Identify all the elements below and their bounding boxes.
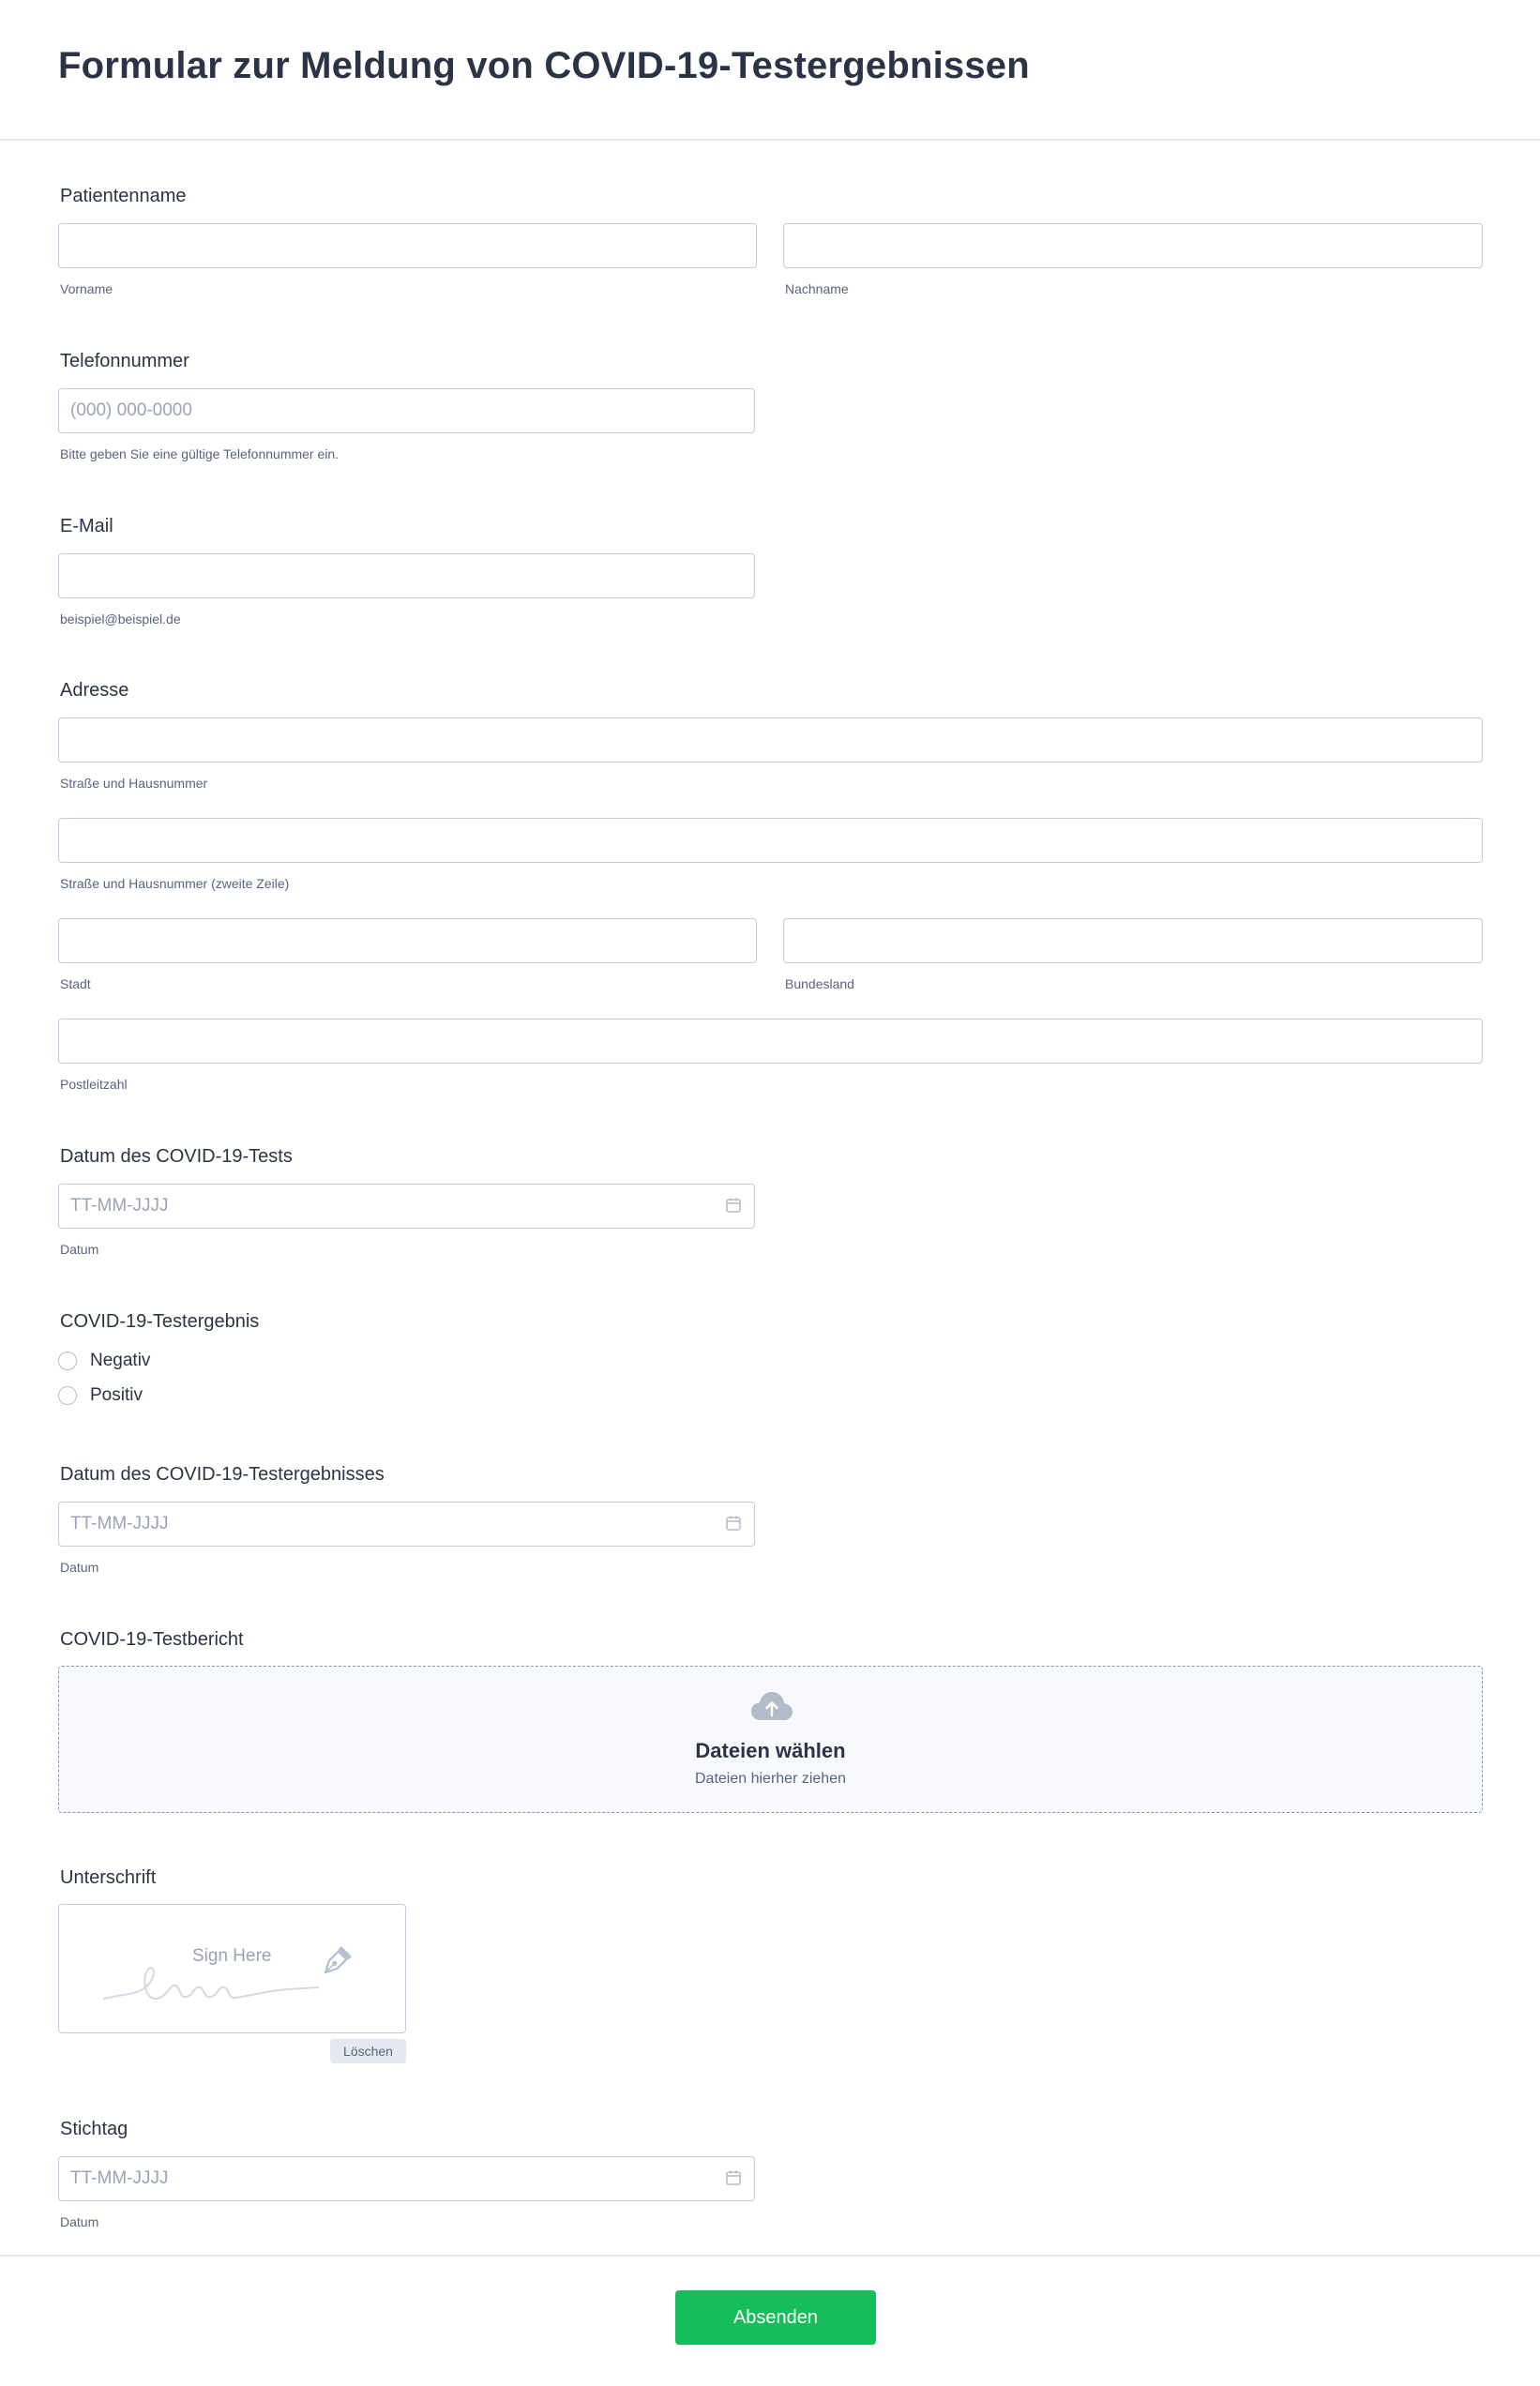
city-input[interactable] <box>58 918 757 963</box>
phone-sublabel: Bitte geben Sie eine gültige Telefonnumm… <box>60 446 340 461</box>
sign-here-placeholder: Sign Here <box>192 1946 272 1966</box>
test-date-label: Datum des COVID-19-Tests <box>60 1146 293 1167</box>
first-name-input[interactable] <box>58 223 757 268</box>
last-name-input[interactable] <box>783 223 1483 268</box>
calendar-icon[interactable] <box>725 2169 742 2186</box>
reference-date-sublabel: Datum <box>60 2214 99 2229</box>
zip-sublabel: Postleitzahl <box>60 1077 128 1092</box>
signature-pad[interactable]: Sign Here <box>58 1904 406 2033</box>
street2-input[interactable] <box>58 818 1483 863</box>
radio-button[interactable] <box>58 1352 77 1370</box>
email-input[interactable] <box>58 553 755 598</box>
patient-name-label: Patientenname <box>60 186 187 206</box>
file-upload-dropzone[interactable]: Dateien wählen Dateien hierher ziehen <box>58 1666 1483 1813</box>
phone-input[interactable] <box>58 388 755 433</box>
test-date-sublabel: Datum <box>60 1242 99 1257</box>
result-date-label: Datum des COVID-19-Testergebnisses <box>60 1464 385 1485</box>
state-sublabel: Bundesland <box>785 976 854 991</box>
reference-date-input[interactable] <box>58 2156 755 2201</box>
clear-signature-button[interactable]: Löschen <box>330 2039 406 2063</box>
phone-label: Telefonnummer <box>60 351 189 371</box>
street-input[interactable] <box>58 717 1483 763</box>
reference-date-label: Stichtag <box>60 2119 128 2139</box>
radio-label-negativ: Negativ <box>90 1351 151 1370</box>
address-label: Adresse <box>60 680 129 701</box>
test-date-input[interactable] <box>58 1184 755 1229</box>
form-title: Formular zur Meldung von COVID-19-Tester… <box>58 45 1030 86</box>
city-sublabel: Stadt <box>60 976 91 991</box>
test-date-field <box>58 1184 755 1229</box>
reference-date-field <box>58 2156 755 2201</box>
test-result-label: COVID-19-Testergebnis <box>60 1311 260 1332</box>
report-label: COVID-19-Testbericht <box>60 1629 244 1650</box>
radio-button[interactable] <box>58 1386 77 1405</box>
result-date-input[interactable] <box>58 1502 755 1547</box>
state-input[interactable] <box>783 918 1483 963</box>
email-sublabel: beispiel@beispiel.de <box>60 612 181 627</box>
first-name-sublabel: Vorname <box>60 281 113 296</box>
submit-button[interactable]: Absenden <box>675 2290 876 2345</box>
calendar-icon[interactable] <box>725 1515 742 1532</box>
street2-sublabel: Straße und Hausnummer (zweite Zeile) <box>60 876 290 891</box>
form-header: Formular zur Meldung von COVID-19-Tester… <box>0 0 1540 141</box>
radio-negativ[interactable]: Negativ <box>58 1349 150 1373</box>
radio-positiv[interactable]: Positiv <box>58 1383 143 1408</box>
signature-label: Unterschrift <box>60 1867 157 1888</box>
pen-nib-icon <box>324 1946 352 1974</box>
form-footer: Absenden <box>0 2255 1540 2386</box>
calendar-icon[interactable] <box>725 1197 742 1214</box>
upload-title: Dateien wählen <box>695 1739 846 1762</box>
upload-subtitle: Dateien hierher ziehen <box>695 1771 846 1787</box>
radio-label-positiv: Positiv <box>90 1385 143 1405</box>
cloud-upload-icon <box>751 1692 793 1720</box>
result-date-sublabel: Datum <box>60 1560 99 1575</box>
street-sublabel: Straße und Hausnummer <box>60 776 208 791</box>
result-date-field <box>58 1502 755 1547</box>
last-name-sublabel: Nachname <box>785 281 849 296</box>
zip-input[interactable] <box>58 1019 1483 1064</box>
email-label: E-Mail <box>60 516 113 536</box>
